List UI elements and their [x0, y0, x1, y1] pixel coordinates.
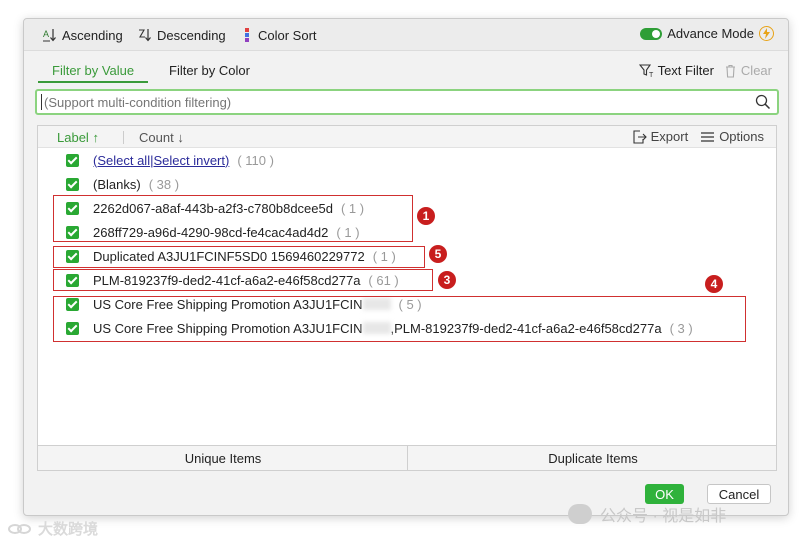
descending-label: Descending: [157, 27, 226, 43]
annotation-box-3: [53, 269, 433, 291]
list-header: Label ↑ Count ↓ Export Options: [38, 126, 776, 148]
checkbox-select-all[interactable]: [66, 153, 79, 167]
menu-icon: [701, 131, 715, 142]
watermark-left: 大数跨境: [8, 518, 98, 539]
label-sort-icon: ↑: [92, 130, 99, 145]
duplicate-items-button[interactable]: Duplicate Items: [408, 446, 778, 470]
header-actions: Export Options: [620, 129, 764, 144]
annotation-box-4: [53, 296, 746, 342]
search-box[interactable]: [35, 89, 779, 115]
filter-tools: T Text Filter Clear: [629, 63, 772, 78]
watermark-right: 公众号 · 视是如非: [568, 502, 726, 526]
search-icon[interactable]: [755, 94, 771, 110]
item-count: ( 38 ): [148, 176, 180, 192]
link-icon: [8, 523, 31, 534]
export-label: Export: [650, 129, 689, 144]
item-label: (Blanks): [93, 176, 141, 192]
sort-descending-icon: [139, 29, 151, 42]
annotation-box-1: [53, 195, 413, 242]
annotation-badge-4: 4: [705, 275, 723, 293]
label-column-header[interactable]: Label ↑: [57, 130, 99, 145]
label-header-text: Label: [57, 130, 89, 145]
export-button[interactable]: Export: [632, 129, 689, 144]
text-filter-label: Text Filter: [657, 63, 714, 78]
color-sort-button[interactable]: Color Sort: [242, 26, 317, 44]
options-button[interactable]: Options: [700, 129, 764, 144]
clear-label: Clear: [740, 63, 772, 78]
advance-mode-toggle[interactable]: Advance Mode: [640, 26, 774, 41]
unique-items-button[interactable]: Unique Items: [38, 446, 408, 470]
svg-text:T: T: [649, 72, 654, 78]
item-count: ( 110 ): [237, 152, 274, 168]
count-sort-icon: ↓: [177, 130, 184, 145]
color-sort-label: Color Sort: [258, 27, 317, 43]
count-column-header[interactable]: Count ↓: [139, 130, 184, 145]
options-label: Options: [719, 129, 764, 144]
trash-icon: [725, 64, 735, 78]
select-all-link[interactable]: (Select all: [93, 153, 150, 168]
sort-toolbar: A Ascending Descending Color Sort Advanc…: [24, 19, 788, 51]
text-filter-button[interactable]: T Text Filter: [638, 63, 714, 78]
ascending-label: Ascending: [62, 27, 123, 43]
sort-ascending-icon: A: [43, 29, 56, 42]
cancel-button[interactable]: Cancel: [707, 484, 771, 504]
watermark-left-text: 大数跨境: [38, 521, 99, 538]
lightning-icon: [759, 26, 774, 41]
annotation-badge-1: 1: [417, 207, 435, 225]
ok-button[interactable]: OK: [645, 484, 684, 504]
toggle-switch[interactable]: [640, 27, 663, 40]
advance-mode-label: Advance Mode: [667, 26, 754, 41]
clear-button[interactable]: Clear: [724, 63, 772, 78]
watermark-right-text: 公众号 · 视是如非: [600, 508, 727, 525]
color-sort-icon: [245, 28, 249, 42]
annotation-badge-3: 3: [438, 271, 456, 289]
descending-button[interactable]: Descending: [137, 26, 226, 44]
annotation-box-5: [53, 246, 425, 268]
annotation-badge-5: 5: [429, 245, 447, 263]
list-item[interactable]: (Blanks) ( 38 ): [66, 174, 179, 194]
search-input[interactable]: [44, 93, 744, 111]
export-icon: [633, 129, 647, 144]
item-checkbox[interactable]: [66, 177, 79, 191]
svg-text:A: A: [43, 29, 49, 39]
item-type-bar: Unique Items Duplicate Items: [37, 445, 777, 471]
text-caret: [41, 94, 42, 110]
select-invert-link[interactable]: Select invert): [153, 153, 229, 168]
tab-filter-by-color[interactable]: Filter by Color: [169, 63, 250, 78]
ascending-button[interactable]: A Ascending: [42, 26, 123, 44]
chat-icon: [568, 504, 592, 524]
tab-filter-by-value[interactable]: Filter by Value: [38, 63, 149, 83]
count-header-text: Count: [139, 130, 174, 145]
funnel-icon: T: [638, 64, 654, 78]
header-divider: [123, 131, 124, 144]
select-all-row[interactable]: (Select all | Select invert) ( 110 ): [66, 150, 274, 170]
